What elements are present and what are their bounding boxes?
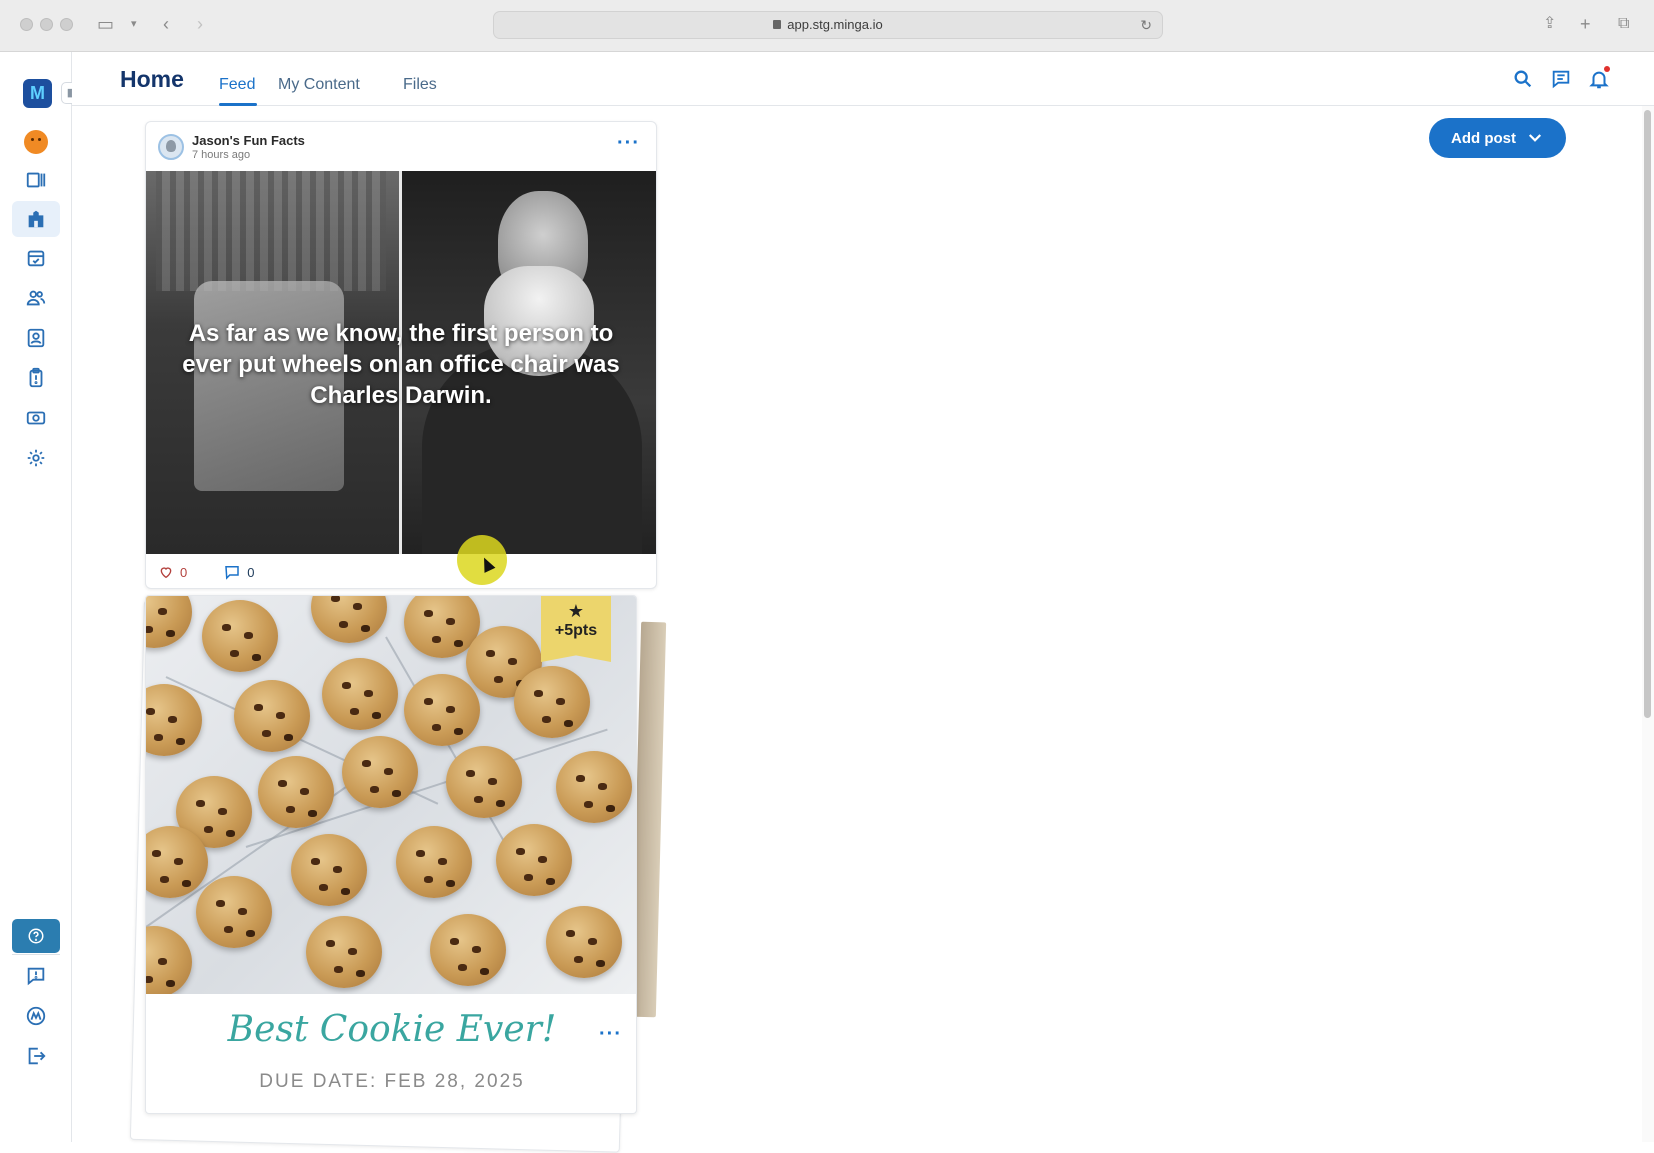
tab-overview-icon[interactable]: ⧉ bbox=[1618, 12, 1629, 36]
ticket-icon[interactable] bbox=[12, 400, 60, 436]
add-post-label: Add post bbox=[1451, 129, 1516, 147]
add-post-button[interactable]: Add post bbox=[1429, 118, 1566, 158]
settings-icon[interactable] bbox=[12, 440, 60, 476]
post-timestamp: 7 hours ago bbox=[192, 149, 251, 161]
challenge-due-date: DUE DATE: FEB 28, 2025 bbox=[259, 1071, 525, 1092]
chevron-down-icon[interactable]: ▾ bbox=[131, 12, 137, 36]
page-title: Home bbox=[120, 66, 184, 92]
browser-toolbar: ▭ ▾ ‹ › app.stg.minga.io ↻ ⇪ + ⧉ bbox=[0, 0, 1654, 52]
challenge-card[interactable]: ★ +5pts Best Cookie Ever! ··· DUE DATE: … bbox=[145, 595, 637, 1114]
lock-icon bbox=[773, 20, 782, 29]
feedback-icon[interactable] bbox=[12, 958, 60, 994]
star-icon: ★ bbox=[567, 601, 585, 621]
post-image[interactable]: As far as we know, the first person to e… bbox=[146, 171, 656, 554]
points-value: +5pts bbox=[554, 622, 598, 639]
post-image-caption: As far as we know, the first person to e… bbox=[182, 320, 620, 409]
comment-count: 0 bbox=[247, 564, 255, 580]
chevron-down-icon bbox=[1528, 134, 1542, 142]
url-text: app.stg.minga.io bbox=[787, 17, 883, 32]
challenge-more-options-icon[interactable]: ··· bbox=[599, 1024, 622, 1044]
post-author[interactable]: Jason's Fun Facts bbox=[192, 133, 305, 148]
sidebar-toggle-icon[interactable]: ▭ bbox=[97, 12, 114, 36]
left-navigation: M ◧ bbox=[0, 52, 83, 1142]
clipboard-icon[interactable] bbox=[12, 360, 60, 396]
tab-feed[interactable]: Feed bbox=[219, 76, 255, 94]
minga-logo[interactable]: M bbox=[23, 79, 52, 108]
profile-icon[interactable] bbox=[12, 320, 60, 356]
challenge-title[interactable]: Best Cookie Ever! bbox=[146, 1009, 636, 1050]
share-icon[interactable]: ⇪ bbox=[1543, 12, 1556, 36]
notification-badge bbox=[1604, 66, 1610, 72]
avatar-icon[interactable] bbox=[12, 124, 60, 160]
school-icon[interactable] bbox=[12, 201, 60, 237]
comment-icon[interactable] bbox=[223, 563, 241, 581]
messages-icon[interactable] bbox=[1550, 68, 1572, 90]
logout-icon[interactable] bbox=[12, 1038, 60, 1074]
people-icon[interactable] bbox=[12, 280, 60, 316]
window-zoom-button[interactable] bbox=[60, 18, 73, 31]
help-button[interactable] bbox=[12, 919, 60, 953]
reload-icon[interactable]: ↻ bbox=[1140, 12, 1152, 38]
address-bar[interactable]: app.stg.minga.io ↻ bbox=[493, 11, 1163, 39]
author-avatar[interactable] bbox=[158, 134, 184, 160]
scrollbar-thumb[interactable] bbox=[1644, 110, 1651, 718]
new-tab-icon[interactable]: + bbox=[1580, 12, 1591, 36]
window-minimize-button[interactable] bbox=[40, 18, 53, 31]
tab-my-content[interactable]: My Content bbox=[278, 76, 360, 94]
heart-icon[interactable] bbox=[158, 564, 174, 580]
id-card-icon[interactable] bbox=[12, 162, 60, 198]
search-icon[interactable] bbox=[1512, 68, 1534, 90]
post-reactions: 0 0 bbox=[158, 563, 254, 581]
active-tab-indicator bbox=[219, 103, 257, 106]
like-count: 0 bbox=[180, 564, 188, 580]
minga-icon[interactable] bbox=[12, 998, 60, 1034]
page-header: Home Feed My Content Files bbox=[72, 52, 1654, 106]
calendar-icon[interactable] bbox=[12, 240, 60, 276]
back-icon[interactable]: ‹ bbox=[163, 12, 169, 36]
post-more-options-icon[interactable]: ··· bbox=[617, 133, 640, 153]
points-badge: ★ +5pts bbox=[541, 596, 611, 662]
window-close-button[interactable] bbox=[20, 18, 33, 31]
feed-post-card[interactable]: Jason's Fun Facts 7 hours ago ··· As far… bbox=[145, 121, 657, 589]
tab-files[interactable]: Files bbox=[403, 76, 437, 94]
help-icon bbox=[28, 928, 44, 944]
forward-icon[interactable]: › bbox=[197, 12, 203, 36]
sidebar-divider bbox=[12, 954, 60, 955]
